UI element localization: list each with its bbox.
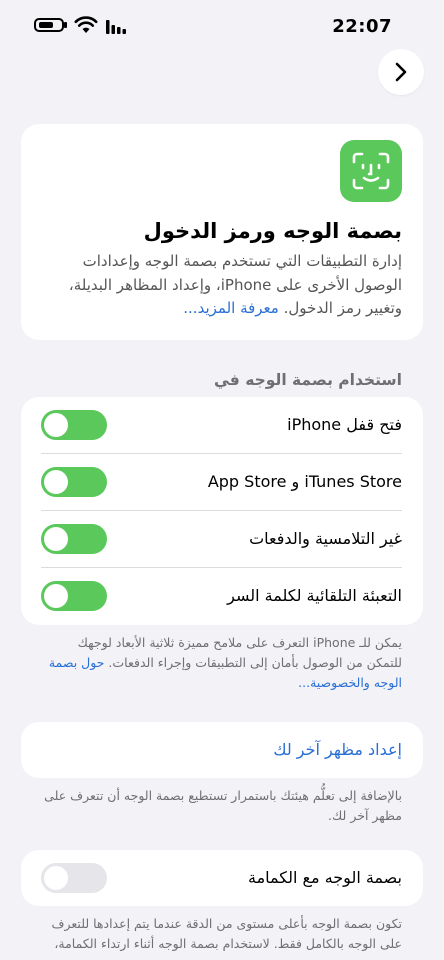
row-label: iTunes Store و App Store <box>207 472 402 491</box>
clock: 22:07 <box>332 16 392 37</box>
toggle-password-autofill[interactable] <box>41 581 107 611</box>
toggle-knob <box>44 584 68 608</box>
toggle-contactless-payments[interactable] <box>41 524 107 554</box>
battery-icon <box>34 18 64 32</box>
back-button[interactable] <box>378 49 424 95</box>
face-id-footnote-text: يمكن للـ iPhone التعرف على ملامح مميزة ث… <box>77 635 402 670</box>
cellular-signal-icon <box>106 20 126 34</box>
row-label: فتح قفل iPhone <box>287 415 402 434</box>
row-label: غير التلامسية والدفعات <box>249 529 402 548</box>
chevron-right-icon <box>395 62 407 82</box>
row-unlock-iphone: فتح قفل iPhone <box>21 397 423 453</box>
mask-footnote: تكون بصمة الوجه بأعلى مستوى من الدقة عند… <box>51 916 402 951</box>
row-password-autofill: التعبئة التلقائية لكلمة السر <box>21 568 423 624</box>
section-header-use-face-id: استخدام بصمة الوجه في <box>213 371 402 389</box>
row-face-id-with-mask: بصمة الوجه مع الكمامة <box>21 850 423 906</box>
page-title: بصمة الوجه ورمز الدخول <box>143 219 402 243</box>
learn-more-link[interactable]: معرفة المزيد... <box>183 299 279 317</box>
alternate-footnote: بالإضافة إلى تعلُّم هيئتك باستمرار تستطي… <box>44 788 402 823</box>
set-up-alternate-appearance-button[interactable]: إعداد مظهر آخر لك <box>102 722 402 778</box>
wifi-icon <box>74 16 98 33</box>
face-id-footnote: يمكن للـ iPhone التعرف على ملامح مميزة ث… <box>40 633 402 693</box>
toggle-knob <box>44 527 68 551</box>
toggle-knob <box>44 413 68 437</box>
row-label: التعبئة التلقائية لكلمة السر <box>227 586 402 605</box>
toggle-knob <box>44 470 68 494</box>
face-id-icon <box>340 140 402 202</box>
status-bar: 22:07 <box>0 0 444 52</box>
row-contactless-payments: غير التلامسية والدفعات <box>21 511 423 567</box>
hero-description: إدارة التطبيقات التي تستخدم بصمة الوجه و… <box>40 250 402 321</box>
toggle-knob <box>44 866 68 890</box>
row-label: بصمة الوجه مع الكمامة <box>248 868 402 887</box>
battery-tip <box>64 22 67 28</box>
toggle-unlock-iphone[interactable] <box>41 410 107 440</box>
row-alternate-appearance[interactable]: إعداد مظهر آخر لك <box>21 722 423 778</box>
toggle-face-id-with-mask[interactable] <box>41 863 107 893</box>
row-itunes-app-store: iTunes Store و App Store <box>21 454 423 510</box>
toggle-itunes-app-store[interactable] <box>41 467 107 497</box>
